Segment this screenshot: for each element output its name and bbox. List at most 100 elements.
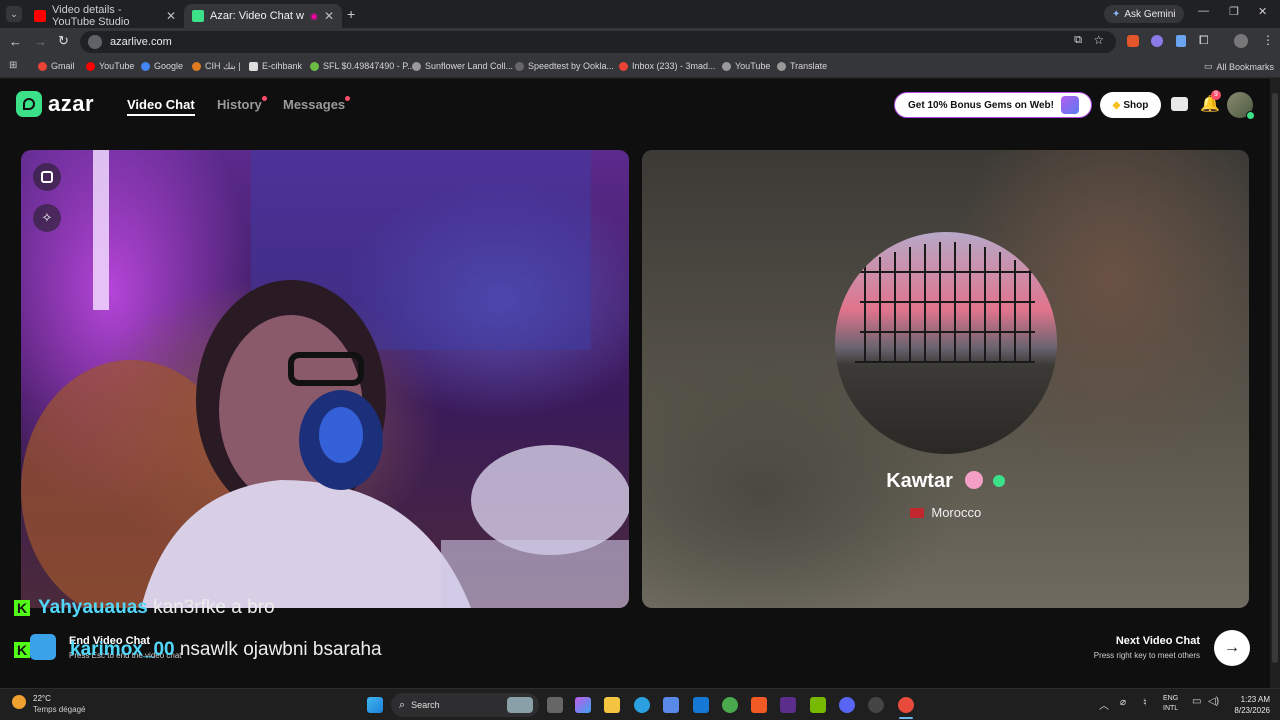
obs-icon[interactable] [868,697,884,713]
store-icon[interactable] [663,697,679,713]
close-tab-icon[interactable]: ✕ [324,9,334,23]
shop-label: Shop [1123,99,1149,111]
file-explorer-icon[interactable] [604,697,620,713]
bookmark-cih[interactable]: CIH بنك | [192,61,241,72]
network-icon[interactable]: ⌀ [1120,697,1126,708]
profile-avatar-icon[interactable] [1234,34,1248,48]
youtube-studio-favicon-icon [34,10,46,22]
bookmark-label: Inbox (233) - 3mad... [632,61,716,71]
weather-condition: Temps dégagé [33,705,86,714]
nav-messages[interactable]: Messages [283,97,345,112]
extensions-puzzle-icon[interactable]: ⧠ [1199,33,1209,48]
task-view-icon[interactable] [547,697,563,713]
nav-history[interactable]: History [217,97,262,112]
forward-icon[interactable]: → [34,34,47,49]
volume-icon[interactable]: ◁) [1208,696,1219,707]
bookmark-label: Sunflower Land Coll... [425,61,514,71]
tab-azar[interactable]: Azar: Video Chat with New ◉ ✕ [184,4,342,28]
tray-chevron-icon[interactable]: ︿ [1099,697,1109,712]
outlook-icon[interactable] [693,697,709,713]
app-next-icon[interactable] [780,697,796,713]
bookmark-ecihbank[interactable]: E-cihbank [249,61,302,71]
install-app-icon[interactable]: ⧉ [1074,34,1082,47]
partner-country: Morocco [931,505,982,520]
address-bar-row: ← → ↻ azarlive.com ⧉ ☆ ⧠ ⋮ [0,28,1280,56]
tab-search-button[interactable]: ⌄ [6,6,22,22]
bookmark-label: E-cihbank [262,61,303,71]
bookmark-sunflower[interactable]: Sunflower Land Coll... [412,61,513,71]
close-tab-icon[interactable]: ✕ [166,9,176,23]
address-input[interactable]: azarlive.com ⧉ ☆ [80,31,1116,53]
bookmark-star-icon[interactable]: ☆ [1093,33,1104,47]
microphone-icon[interactable]: ♮ [1143,696,1147,709]
audio-playing-icon[interactable]: ◉ [310,11,318,22]
azar-favicon-icon [192,10,204,22]
browser-menu-icon[interactable]: ⋮ [1262,33,1274,47]
search-icon: ⌕ [399,698,406,711]
bookmark-label: YouTube [99,61,135,71]
back-icon[interactable]: ← [9,34,22,49]
close-window-button[interactable]: ✕ [1258,5,1267,18]
user-avatar[interactable] [1227,92,1255,120]
extension-purple-icon[interactable] [1151,35,1163,47]
shop-button[interactable]: ◆ Shop [1100,92,1161,118]
display-icon[interactable]: ▭ [1192,696,1201,707]
ask-gemini-button[interactable]: ✦ Ask Gemini [1104,5,1184,23]
edge-icon[interactable] [634,697,650,713]
clock[interactable]: 1:23 AM 8/23/2026 [1226,694,1270,716]
all-bookmarks-button[interactable]: ▭ All Bookmarks [1204,61,1274,72]
bookmark-youtube[interactable]: YouTube [86,61,134,71]
chrome-icon[interactable] [722,697,738,713]
brave-icon[interactable] [751,697,767,713]
site-info-icon[interactable] [88,35,102,49]
morocco-flag-icon [909,508,924,518]
partner-country-row: Morocco [642,505,1249,520]
bookmark-inbox[interactable]: Inbox (233) - 3mad... [619,61,716,71]
bookmark-google[interactable]: Google [141,61,183,71]
maximize-button[interactable]: ❐ [1229,5,1239,18]
scrollbar-thumb[interactable] [1272,93,1278,663]
expand-video-icon[interactable] [33,163,61,191]
windows-start-icon[interactable] [367,697,383,713]
taskbar-search-box[interactable]: ⌕ Search [391,693,539,717]
extension-fox-icon[interactable] [1127,35,1139,47]
next-video-chat-button[interactable]: Next Video Chat Press right key to meet … [1070,630,1250,666]
extension-blue-icon[interactable] [1176,35,1186,47]
tab-youtube-studio[interactable]: Video details - YouTube Studio ✕ [26,4,184,28]
inventory-box-icon[interactable] [1171,97,1188,111]
chat-message: nsawlk ojawbni bsaraha [179,639,382,660]
reload-icon[interactable]: ↻ [58,33,69,49]
history-unread-dot [262,96,267,101]
bookmarks-bar: ⊞ Gmail YouTube Google CIH بنك | E-cihba… [0,56,1280,78]
search-label: Search [411,700,440,710]
keyboard-layout: INTL [1163,705,1179,712]
partner-name-row: Kawtar [642,470,1249,493]
azar-logo-text: azar [48,91,95,116]
next-video-chat-hint: Press right key to meet others [1093,651,1200,660]
bookmark-youtube-2[interactable]: YouTube [722,61,770,71]
nav-video-chat[interactable]: Video Chat [127,97,195,116]
minimize-button[interactable]: — [1198,5,1209,17]
next-video-chat-title: Next Video Chat [1115,635,1200,647]
bookmark-speedtest[interactable]: Speedtest by Ookla... [515,61,614,71]
bonus-gems-button[interactable]: Get 10% Bonus Gems on Web! [894,92,1092,118]
discord-icon[interactable] [839,697,855,713]
url-text: azarlive.com [110,36,172,48]
partner-name: Kawtar [886,470,953,492]
local-video: ✧ [21,150,629,608]
bookmark-sfl[interactable]: SFL $0.49847490 - P... [310,61,415,71]
nvidia-icon[interactable] [810,697,826,713]
azar-logo-icon [16,91,42,117]
bookmark-translate[interactable]: Translate [777,61,827,71]
bookmark-gmail[interactable]: Gmail [38,61,75,71]
new-tab-button[interactable]: + [347,6,355,22]
gift-icon [1061,96,1079,114]
azar-logo[interactable]: azar [16,91,94,117]
input-language[interactable]: ENG INTL [1163,694,1178,714]
copilot-icon[interactable] [575,697,591,713]
effects-wand-icon[interactable]: ✧ [33,204,61,232]
globe-icon [777,61,786,71]
apps-grid-icon[interactable]: ⊞ [9,60,17,71]
chrome-active-icon[interactable] [898,697,914,713]
page-scrollbar[interactable] [1270,79,1280,688]
